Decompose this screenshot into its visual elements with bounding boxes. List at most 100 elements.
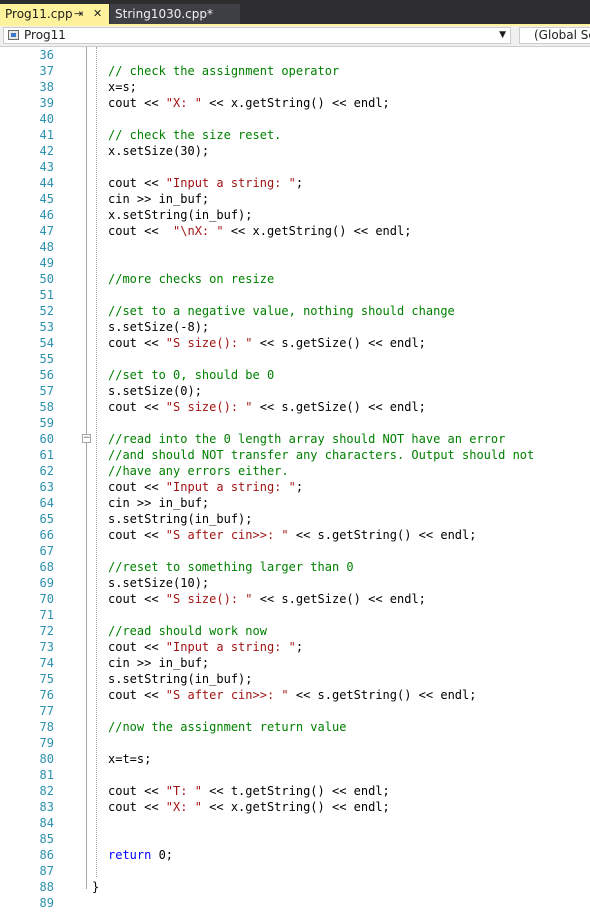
line-number: 66	[39, 528, 54, 542]
line-number: 45	[39, 192, 54, 206]
line-number: 47	[39, 224, 54, 238]
line-number: 69	[39, 576, 54, 590]
code-line[interactable]: cout << "S after cin>>: " << s.getString…	[108, 527, 476, 543]
line-number: 59	[39, 416, 54, 430]
code-line[interactable]: cout << "\nX: " << x.getString() << endl…	[108, 223, 411, 239]
line-number: 51	[39, 288, 54, 302]
code-line[interactable]: cin >> in_buf;	[108, 655, 209, 671]
collapse-icon[interactable]: −	[82, 434, 91, 443]
line-number: 84	[39, 816, 54, 830]
code-line[interactable]: s.setSize(-8);	[108, 319, 209, 335]
code-line[interactable]: cout << "T: " << t.getString() << endl;	[108, 783, 390, 799]
pin-icon[interactable]: ⇥	[74, 4, 83, 24]
line-number: 79	[39, 736, 54, 750]
project-label: Prog11	[24, 28, 66, 42]
code-line[interactable]: s.setString(in_buf);	[108, 671, 253, 687]
line-number: 68	[39, 560, 54, 574]
line-number: 54	[39, 336, 54, 350]
line-number: 86	[39, 848, 54, 862]
line-number: 53	[39, 320, 54, 334]
line-number: 36	[39, 48, 54, 62]
line-number: 38	[39, 80, 54, 94]
navigation-bar: Prog11 ▼ (Global Sco	[0, 26, 590, 47]
line-number: 82	[39, 784, 54, 798]
code-line[interactable]: cout << "Input a string: ";	[108, 639, 303, 655]
code-line[interactable]: cout << "Input a string: ";	[108, 175, 303, 191]
line-number: 48	[39, 240, 54, 254]
code-line[interactable]: cout << "S size(): " << s.getSize() << e…	[108, 335, 426, 351]
code-line[interactable]: x.setSize(30);	[108, 143, 209, 159]
line-number: 64	[39, 496, 54, 510]
code-line[interactable]: cin >> in_buf;	[108, 495, 209, 511]
code-line[interactable]: //set to a negative value, nothing shoul…	[108, 303, 455, 319]
line-number: 88	[39, 880, 54, 894]
code-line[interactable]: cin >> in_buf;	[108, 191, 209, 207]
code-line[interactable]: s.setSize(0);	[108, 383, 202, 399]
code-editor[interactable]: 36 37 38 39 40 41 42 43 44 45 46 47 48 49 50 51 52 53 54 55…	[0, 47, 590, 913]
line-number: 75	[39, 672, 54, 686]
line-number: 85	[39, 832, 54, 846]
line-number: 76	[39, 688, 54, 702]
code-line[interactable]: cout << "S size(): " << s.getSize() << e…	[108, 399, 426, 415]
close-icon[interactable]: ✕	[93, 4, 102, 24]
line-number: 61	[39, 448, 54, 462]
code-line[interactable]: s.setSize(10);	[108, 575, 209, 591]
code-line[interactable]: cout << "S size(): " << s.getSize() << e…	[108, 591, 426, 607]
line-number: 73	[39, 640, 54, 654]
line-number: 50	[39, 272, 54, 286]
project-icon	[8, 30, 19, 40]
scope-dropdown[interactable]: (Global Sco	[519, 27, 590, 44]
code-line[interactable]: return 0;	[108, 847, 173, 863]
line-number: 37	[39, 64, 54, 78]
line-number: 80	[39, 752, 54, 766]
code-line[interactable]: cout << "X: " << x.getString() << endl;	[108, 95, 390, 111]
dropdown-arrow-icon[interactable]: ▼	[499, 28, 506, 43]
code-line[interactable]: //reset to something larger than 0	[108, 559, 354, 575]
line-number: 43	[39, 160, 54, 174]
code-line[interactable]: s.setString(in_buf);	[108, 511, 253, 527]
code-line[interactable]: //read should work now	[108, 623, 267, 639]
code-line[interactable]: //now the assignment return value	[108, 719, 346, 735]
line-number: 44	[39, 176, 54, 190]
project-dropdown[interactable]: Prog11 ▼	[3, 27, 511, 44]
tab-prog11-cpp[interactable]: Prog11.cpp ⇥ ✕	[0, 4, 109, 24]
line-number: 60	[39, 432, 54, 446]
line-number: 58	[39, 400, 54, 414]
code-line[interactable]: //have any errors either.	[108, 463, 289, 479]
line-number: 49	[39, 256, 54, 270]
line-number: 71	[39, 608, 54, 622]
tab-label: String1030.cpp*	[115, 7, 213, 21]
code-line[interactable]: cout << "Input a string: ";	[108, 479, 303, 495]
line-number: 63	[39, 480, 54, 494]
line-number: 52	[39, 304, 54, 318]
code-line[interactable]: x=t=s;	[108, 751, 151, 767]
line-number: 65	[39, 512, 54, 526]
document-tab-bar: Prog11.cpp ⇥ ✕ String1030.cpp*	[0, 0, 590, 24]
line-number: 89	[39, 896, 54, 910]
code-line[interactable]: //and should NOT transfer any characters…	[108, 447, 534, 463]
line-number: 74	[39, 656, 54, 670]
code-line[interactable]: //set to 0, should be 0	[108, 367, 274, 383]
line-number: 42	[39, 144, 54, 158]
line-number: 39	[39, 96, 54, 110]
line-number: 56	[39, 368, 54, 382]
line-number: 78	[39, 720, 54, 734]
code-line[interactable]: x=s;	[108, 79, 137, 95]
code-line[interactable]: cout << "S after cin>>: " << s.getString…	[108, 687, 476, 703]
line-number: 62	[39, 464, 54, 478]
line-number: 70	[39, 592, 54, 606]
line-number: 46	[39, 208, 54, 222]
code-line[interactable]: //more checks on resize	[108, 271, 274, 287]
code-line[interactable]: x.setString(in_buf);	[108, 207, 253, 223]
tab-string1030-cpp[interactable]: String1030.cpp*	[110, 4, 240, 24]
line-number: 87	[39, 864, 54, 878]
line-number: 55	[39, 352, 54, 366]
code-line[interactable]: // check the size reset.	[108, 127, 281, 143]
line-number: 83	[39, 800, 54, 814]
code-line[interactable]: //read into the 0 length array should NO…	[108, 431, 505, 447]
line-number: 57	[39, 384, 54, 398]
code-line[interactable]: // check the assignment operator	[108, 63, 339, 79]
tab-label: Prog11.cpp	[5, 7, 73, 21]
code-line[interactable]: cout << "X: " << x.getString() << endl;	[108, 799, 390, 815]
closing-brace: }	[92, 880, 100, 894]
